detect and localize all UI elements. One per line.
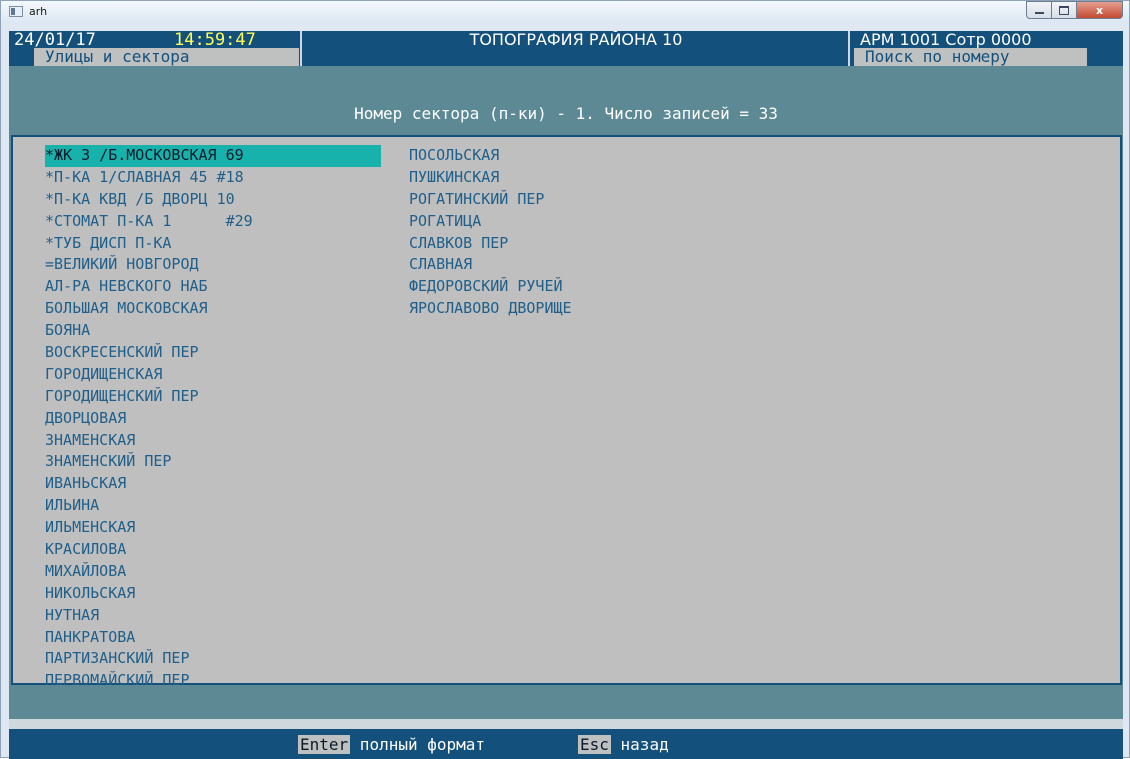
maximize-icon [1059, 5, 1069, 15]
app-icon [9, 6, 23, 17]
list-item[interactable]: ПАРТИЗАНСКИЙ ПЕР [45, 648, 381, 670]
separator-line [9, 719, 1123, 729]
app-window: arh x 24/01/17 14:59:47 ТОПОГРАФИЯ РАЙОН… [0, 0, 1130, 759]
page-title: ТОПОГРАФИЯ РАЙОНА 10 [469, 31, 683, 49]
list-item[interactable]: ИВАНЬСКАЯ [45, 473, 381, 495]
list-item[interactable]: ФЕДОРОВСКИЙ РУЧЕЙ [409, 276, 572, 298]
list-item[interactable]: РОГАТИЦА [409, 211, 572, 233]
esc-hint[interactable]: Esc назад [578, 735, 669, 755]
list-item[interactable]: СЛАВНАЯ [409, 254, 572, 276]
list-item[interactable]: *ТУБ ДИСП П-КА [45, 233, 381, 255]
minimize-icon [1034, 12, 1044, 14]
header-bar: 24/01/17 14:59:47 ТОПОГРАФИЯ РАЙОНА 10 А… [9, 31, 1123, 66]
list-item[interactable]: *П-КА КВД /Б ДВОРЦ 10 [45, 189, 381, 211]
title-section: ТОПОГРАФИЯ РАЙОНА 10 [306, 31, 846, 66]
list-item[interactable]: КРАСИЛОВА [45, 539, 381, 561]
header-divider [848, 31, 850, 66]
separator-bar [9, 707, 1123, 719]
list-item[interactable]: ПУШКИНСКАЯ [409, 167, 572, 189]
esc-key[interactable]: Esc [578, 735, 611, 754]
close-button[interactable]: x [1077, 1, 1123, 19]
list-item[interactable]: ПОСОЛЬСКАЯ [409, 145, 572, 167]
street-list-panel: *ЖК 3 /Б.МОСКОВСКАЯ 69 *П-КА 1/СЛАВНАЯ 45… [11, 135, 1122, 689]
list-item[interactable]: НИКОЛЬСКАЯ [45, 583, 381, 605]
list-item[interactable]: ВОСКРЕСЕНСКИЙ ПЕР [45, 342, 381, 364]
minimize-button[interactable] [1026, 1, 1052, 19]
enter-help: полный формат [350, 735, 495, 754]
close-icon: x [1095, 3, 1104, 17]
list-item[interactable]: БОЯНА [45, 320, 381, 342]
tab-search-by-number[interactable]: Поиск по номеру [854, 48, 1087, 66]
list-item[interactable]: БОЛЬШАЯ МОСКОВСКАЯ [45, 298, 381, 320]
enter-key[interactable]: Enter [298, 735, 351, 754]
enter-hint[interactable]: Enter полный формат [298, 735, 495, 755]
window-title: arh [29, 5, 48, 18]
list-item[interactable]: МИХАЙЛОВА [45, 561, 381, 583]
list-item[interactable]: *П-КА 1/СЛАВНАЯ 45 #18 [45, 167, 381, 189]
list-item[interactable]: *СТОМАТ П-КА 1 #29 [45, 211, 381, 233]
list-item[interactable]: НУТНАЯ [45, 605, 381, 627]
title-bar[interactable]: arh x [1, 1, 1129, 23]
status-bar: Enter полный формат Esc назад [9, 729, 1123, 759]
list-item[interactable]: ПАНКРАТОВА [45, 627, 381, 649]
street-list-column-2: ПОСОЛЬСКАЯ ПУШКИНСКАЯ РОГАТИНСКИЙ ПЕР РОГАТ… [409, 145, 572, 320]
list-item[interactable]: РОГАТИНСКИЙ ПЕР [409, 189, 572, 211]
street-list-column-1: *ЖК 3 /Б.МОСКОВСКАЯ 69 *П-КА 1/СЛАВНАЯ 45… [45, 145, 381, 692]
list-item[interactable]: ДВОРЦОВАЯ [45, 408, 381, 430]
list-item[interactable]: ИЛЬМЕНСКАЯ [45, 517, 381, 539]
tab-streets-sectors[interactable]: Улицы и сектора [34, 48, 299, 66]
sector-info: Номер сектора (п-ки) - 1. Число записей … [354, 104, 778, 123]
list-item[interactable]: ИЛЬИНА [45, 495, 381, 517]
list-item[interactable]: ПЕРВОМАЙСКИЙ ПЕР [45, 670, 381, 692]
list-item[interactable]: ГОРОДИЩЕНСКАЯ [45, 364, 381, 386]
header-divider [300, 31, 302, 66]
list-item[interactable]: ЗНАМЕНСКИЙ ПЕР [45, 451, 381, 473]
window-controls: x [1026, 1, 1123, 19]
list-item[interactable]: =ВЕЛИКИЙ НОВГОРОД [45, 254, 381, 276]
maximize-button[interactable] [1052, 1, 1077, 19]
terminal-screen: 24/01/17 14:59:47 ТОПОГРАФИЯ РАЙОНА 10 А… [9, 31, 1123, 759]
list-item[interactable]: АЛ-РА НЕВСКОГО НАБ [45, 276, 381, 298]
list-item-selected[interactable]: *ЖК 3 /Б.МОСКОВСКАЯ 69 [45, 145, 381, 167]
list-item[interactable]: ЗНАМЕНСКАЯ [45, 430, 381, 452]
list-item[interactable]: ГОРОДИЩЕНСКИЙ ПЕР [45, 386, 381, 408]
esc-help: назад [610, 735, 669, 754]
list-item[interactable]: ЯРОСЛАВОВО ДВОРИЩЕ [409, 298, 572, 320]
list-item[interactable]: СЛАВКОВ ПЕР [409, 233, 572, 255]
